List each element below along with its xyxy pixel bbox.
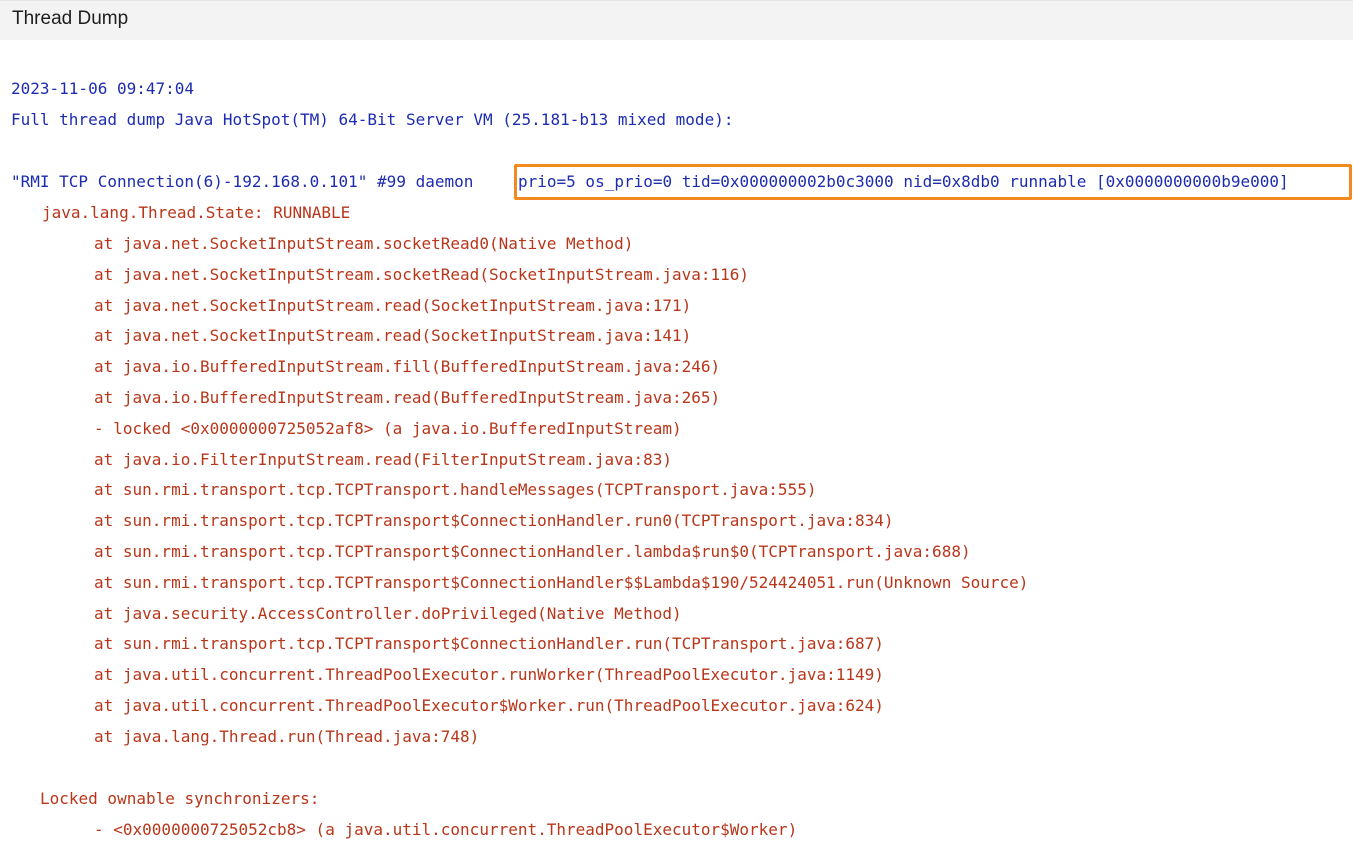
stack-frame: at java.io.FilterInputStream.read(Filter… <box>94 450 672 469</box>
stack-frame: at sun.rmi.transport.tcp.TCPTransport$Co… <box>94 573 1029 592</box>
thread-dump-content: 2023-11-06 09:47:04 Full thread dump Jav… <box>0 0 1353 839</box>
dump-timestamp: 2023-11-06 09:47:04 <box>11 79 195 98</box>
thread-state: java.lang.Thread.State: RUNNABLE <box>42 203 351 222</box>
locked-synchronizers-header: Locked ownable synchronizers: <box>40 789 320 808</box>
stack-frame: at java.security.AccessController.doPriv… <box>94 604 682 623</box>
thread-name: "RMI TCP Connection(6)-192.168.0.101" #9… <box>11 172 474 191</box>
stack-frame: at java.net.SocketInputStream.socketRead… <box>94 265 750 284</box>
stack-frame: at sun.rmi.transport.tcp.TCPTransport$Co… <box>94 542 971 561</box>
stack-frame: at java.io.BufferedInputStream.fill(Buff… <box>94 357 721 376</box>
stack-frame: at java.util.concurrent.ThreadPoolExecut… <box>94 696 884 715</box>
stack-frame: at sun.rmi.transport.tcp.TCPTransport$Co… <box>94 511 894 530</box>
stack-frame: - locked <0x0000000725052af8> (a java.io… <box>94 419 682 438</box>
stack-frame: at java.io.BufferedInputStream.read(Buff… <box>94 388 721 407</box>
stack-frame: at sun.rmi.transport.tcp.TCPTransport$Co… <box>94 634 884 653</box>
stack-frame: at java.net.SocketInputStream.socketRead… <box>94 234 634 253</box>
stack-frame: at sun.rmi.transport.tcp.TCPTransport.ha… <box>94 480 817 499</box>
dump-header: Full thread dump Java HotSpot(TM) 64-Bit… <box>11 110 734 129</box>
stack-frame: at java.net.SocketInputStream.read(Socke… <box>94 296 692 315</box>
locked-synchronizer-item: - <0x0000000725052cb8> (a java.util.conc… <box>94 820 798 839</box>
stack-frame: at java.lang.Thread.run(Thread.java:748) <box>94 727 480 746</box>
highlight-box <box>514 164 1352 200</box>
stack-frame: at java.net.SocketInputStream.read(Socke… <box>94 326 692 345</box>
stack-frame: at java.util.concurrent.ThreadPoolExecut… <box>94 665 884 684</box>
